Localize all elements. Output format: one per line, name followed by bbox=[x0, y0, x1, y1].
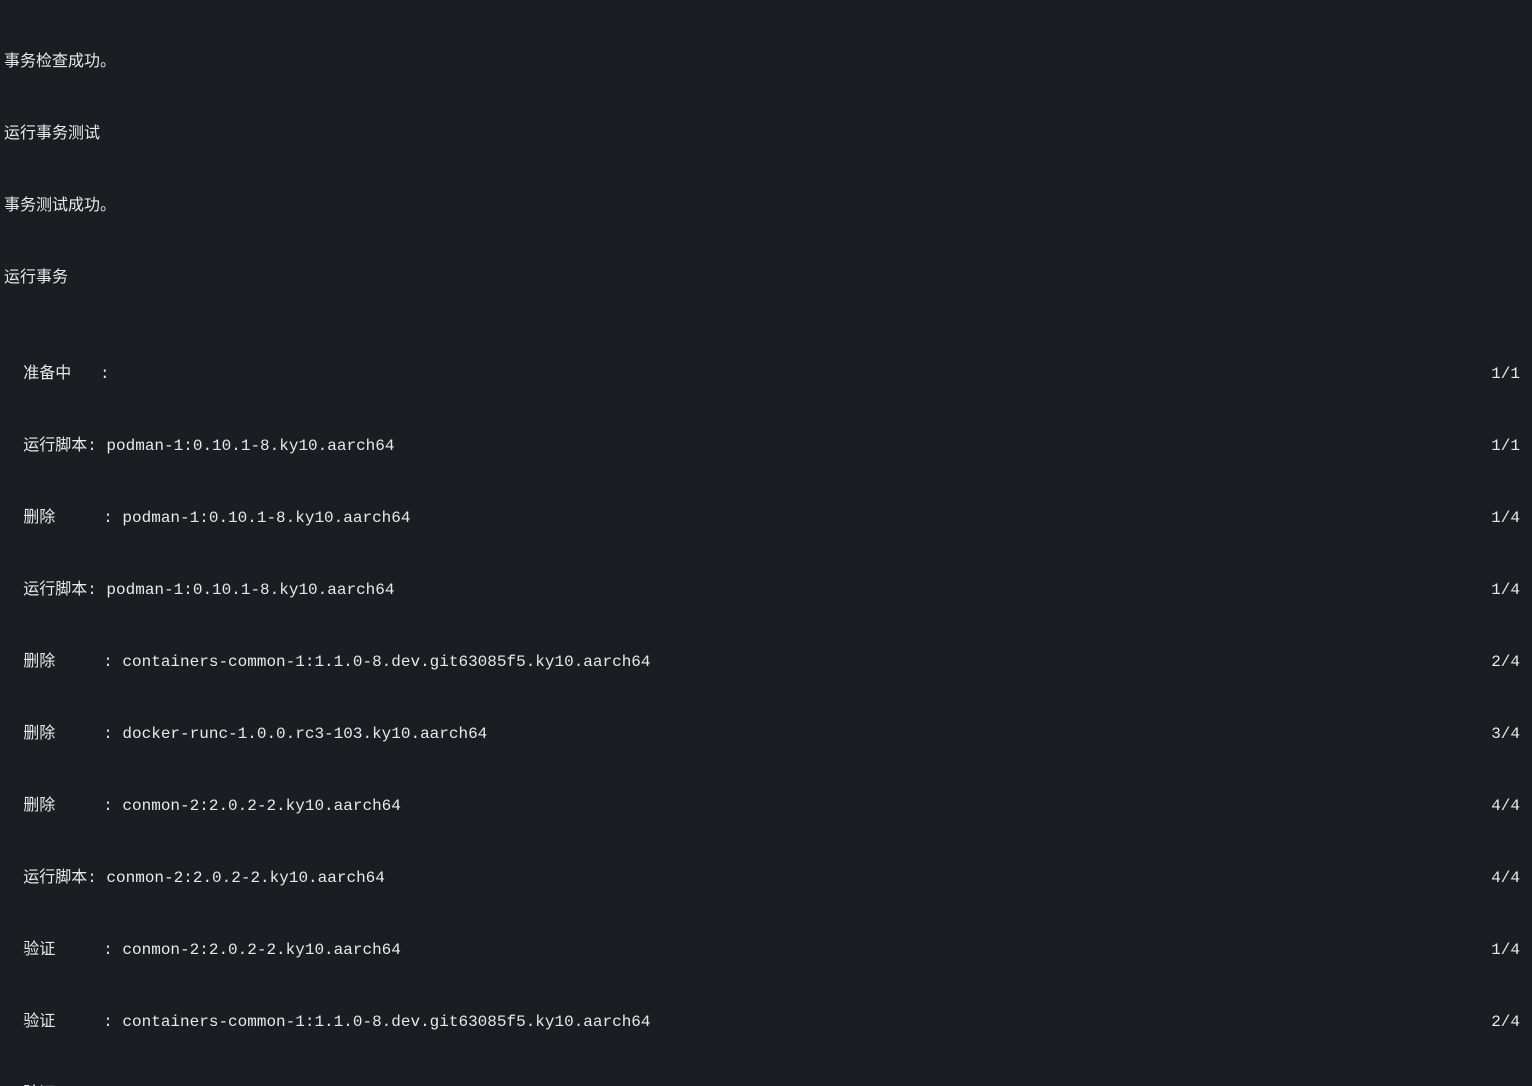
transaction-row: 删除 : docker-runc-1.0.0.rc3-103.ky10.aarc… bbox=[4, 722, 1528, 746]
transaction-action: 准备中 : bbox=[23, 365, 109, 383]
transaction-row: 运行脚本: podman-1:0.10.1-8.ky10.aarch64 1/1 bbox=[4, 434, 1528, 458]
transaction-package: containers-common-1:1.1.0-8.dev.git63085… bbox=[122, 1013, 650, 1031]
transaction-action: 运行脚本: bbox=[23, 581, 106, 599]
transaction-count: 4/4 bbox=[1491, 866, 1528, 890]
transaction-row: 运行脚本: podman-1:0.10.1-8.ky10.aarch64 1/4 bbox=[4, 578, 1528, 602]
transaction-package: podman-1:0.10.1-8.ky10.aarch64 bbox=[106, 437, 394, 455]
transaction-row: 验证 : conmon-2:2.0.2-2.ky10.aarch64 1/4 bbox=[4, 938, 1528, 962]
transaction-action: 删除 : bbox=[23, 509, 122, 527]
transaction-count: 1/1 bbox=[1491, 362, 1528, 386]
transaction-package: conmon-2:2.0.2-2.ky10.aarch64 bbox=[106, 869, 384, 887]
transaction-action: 删除 : bbox=[23, 797, 122, 815]
transaction-count: 3/4 bbox=[1491, 1082, 1528, 1086]
transaction-action: 删除 : bbox=[23, 725, 122, 743]
transaction-count: 1/4 bbox=[1491, 938, 1528, 962]
transaction-row: 删除 : podman-1:0.10.1-8.ky10.aarch64 1/4 bbox=[4, 506, 1528, 530]
status-test-success: 事务测试成功。 bbox=[4, 194, 1528, 218]
transaction-action: 验证 : bbox=[23, 1013, 122, 1031]
transaction-package: podman-1:0.10.1-8.ky10.aarch64 bbox=[106, 581, 394, 599]
transaction-action: 验证 : bbox=[23, 941, 122, 959]
transaction-count: 3/4 bbox=[1491, 722, 1528, 746]
transaction-row: 准备中 : 1/1 bbox=[4, 362, 1528, 386]
transaction-count: 1/4 bbox=[1491, 578, 1528, 602]
status-run-test: 运行事务测试 bbox=[4, 122, 1528, 146]
transaction-action: 运行脚本: bbox=[23, 437, 106, 455]
status-check-success: 事务检查成功。 bbox=[4, 50, 1528, 74]
transaction-package: docker-runc-1.0.0.rc3-103.ky10.aarch64 bbox=[122, 725, 487, 743]
transaction-row: 验证 : containers-common-1:1.1.0-8.dev.git… bbox=[4, 1010, 1528, 1034]
transaction-count: 2/4 bbox=[1491, 1010, 1528, 1034]
transaction-action: 运行脚本: bbox=[23, 869, 106, 887]
transaction-package: docker-runc-1.0.0.rc3-103.ky10.aarch64 bbox=[122, 1085, 487, 1086]
transaction-row: 运行脚本: conmon-2:2.0.2-2.ky10.aarch64 4/4 bbox=[4, 866, 1528, 890]
transaction-package: containers-common-1:1.1.0-8.dev.git63085… bbox=[122, 653, 650, 671]
transaction-row: 删除 : conmon-2:2.0.2-2.ky10.aarch64 4/4 bbox=[4, 794, 1528, 818]
transaction-action: 删除 : bbox=[23, 653, 122, 671]
transaction-package: podman-1:0.10.1-8.ky10.aarch64 bbox=[122, 509, 410, 527]
transaction-action: 验证 : bbox=[23, 1085, 122, 1086]
transaction-package: conmon-2:2.0.2-2.ky10.aarch64 bbox=[122, 797, 400, 815]
terminal-output[interactable]: 事务检查成功。 运行事务测试 事务测试成功。 运行事务 准备中 : 1/1 运行… bbox=[4, 2, 1528, 1086]
status-run-transaction: 运行事务 bbox=[4, 266, 1528, 290]
transaction-count: 4/4 bbox=[1491, 794, 1528, 818]
transaction-count: 1/1 bbox=[1491, 434, 1528, 458]
transaction-row: 删除 : containers-common-1:1.1.0-8.dev.git… bbox=[4, 650, 1528, 674]
transaction-row: 验证 : docker-runc-1.0.0.rc3-103.ky10.aarc… bbox=[4, 1082, 1528, 1086]
transaction-package: conmon-2:2.0.2-2.ky10.aarch64 bbox=[122, 941, 400, 959]
transaction-count: 1/4 bbox=[1491, 506, 1528, 530]
transaction-count: 2/4 bbox=[1491, 650, 1528, 674]
